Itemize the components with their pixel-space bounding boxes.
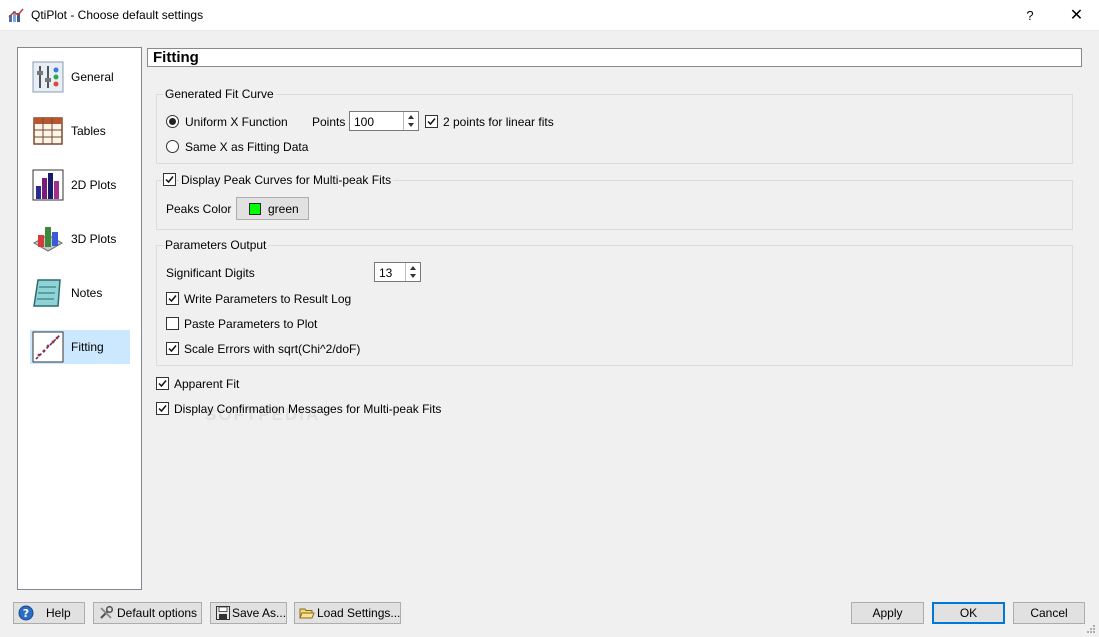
ok-label: OK bbox=[959, 606, 978, 620]
sidebar-item-label: Notes bbox=[71, 286, 103, 300]
scale-errors-checkbox[interactable] bbox=[166, 342, 179, 355]
page-title: Fitting bbox=[147, 48, 1082, 67]
cancel-label: Cancel bbox=[1030, 606, 1068, 620]
uniform-x-label: Uniform X Function bbox=[185, 115, 288, 129]
sidebar-item-label: 3D Plots bbox=[71, 232, 117, 246]
sidebar-item-2d-plots[interactable]: 2D Plots bbox=[30, 168, 130, 202]
checkmark-icon bbox=[158, 405, 167, 413]
sidebar-item-label: Tables bbox=[71, 124, 106, 138]
significant-digits-value: 13 bbox=[379, 266, 393, 280]
notes-icon bbox=[33, 279, 61, 307]
default-options-button[interactable]: Default options bbox=[93, 602, 202, 624]
checkmark-icon bbox=[165, 176, 174, 184]
tools-icon bbox=[100, 605, 114, 619]
linear-fits-label: 2 points for linear fits bbox=[443, 115, 554, 129]
linear-fits-checkbox[interactable] bbox=[425, 115, 438, 128]
sidebar-item-notes[interactable]: Notes bbox=[30, 276, 130, 310]
cancel-button[interactable]: Cancel bbox=[1013, 602, 1085, 624]
spin-arrows-icon[interactable] bbox=[403, 112, 418, 130]
write-params-label: Write Parameters to Result Log bbox=[184, 292, 352, 306]
paste-params-label: Paste Parameters to Plot bbox=[184, 317, 318, 331]
peaks-color-button[interactable]: green bbox=[236, 197, 309, 220]
help-icon: ? bbox=[18, 605, 34, 621]
sidebar-item-tables[interactable]: Tables bbox=[30, 114, 130, 148]
sidebar-item-3d-plots[interactable]: 3D Plots bbox=[30, 222, 130, 256]
save-icon bbox=[216, 606, 230, 620]
help-button-label: Help bbox=[46, 606, 71, 620]
checkmark-icon bbox=[168, 295, 177, 303]
load-settings-label: Load Settings... bbox=[317, 606, 401, 620]
same-x-label: Same X as Fitting Data bbox=[185, 140, 309, 154]
same-x-radio[interactable] bbox=[166, 140, 179, 153]
display-peak-curves-checkbox[interactable] bbox=[163, 173, 176, 186]
open-folder-icon bbox=[299, 608, 315, 619]
sidebar-item-label: Fitting bbox=[71, 340, 104, 354]
sidebar-item-fitting[interactable]: Fitting bbox=[30, 330, 130, 364]
points-spinbox[interactable]: 100 bbox=[349, 111, 419, 131]
uniform-x-radio[interactable] bbox=[166, 115, 179, 128]
settings-category-list: General Tables 2D Plots 3D Plots Notes F… bbox=[17, 47, 142, 590]
svg-text:?: ? bbox=[23, 607, 29, 620]
table-icon bbox=[33, 117, 63, 145]
help-button[interactable]: ? Help bbox=[13, 602, 85, 624]
context-help-button[interactable]: ? bbox=[1012, 0, 1048, 31]
save-as-label: Save As... bbox=[232, 606, 287, 620]
confirmation-messages-checkbox[interactable] bbox=[156, 402, 169, 415]
group-title-generated-fit-curve: Generated Fit Curve bbox=[163, 87, 276, 101]
significant-digits-spinbox[interactable]: 13 bbox=[374, 262, 421, 282]
display-peak-curves-label: Display Peak Curves for Multi-peak Fits bbox=[179, 173, 394, 187]
default-options-label: Default options bbox=[117, 606, 198, 620]
sidebar-item-label: General bbox=[71, 70, 114, 84]
checkmark-icon bbox=[427, 118, 436, 126]
scale-errors-label: Scale Errors with sqrt(Chi^2/doF) bbox=[184, 342, 361, 356]
spin-arrows-icon[interactable] bbox=[405, 263, 420, 281]
load-settings-button[interactable]: Load Settings... bbox=[294, 602, 401, 624]
ok-button[interactable]: OK bbox=[932, 602, 1005, 624]
fitting-icon bbox=[32, 331, 64, 363]
group-title-parameters-output: Parameters Output bbox=[163, 238, 269, 252]
peaks-color-value: green bbox=[268, 202, 299, 216]
peaks-color-label: Peaks Color bbox=[166, 202, 232, 216]
bar-chart-2d-icon bbox=[32, 169, 64, 201]
apply-button[interactable]: Apply bbox=[851, 602, 924, 624]
color-swatch bbox=[249, 203, 261, 215]
significant-digits-label: Significant Digits bbox=[166, 266, 255, 280]
sidebar-item-general[interactable]: General bbox=[30, 60, 130, 94]
write-params-checkbox[interactable] bbox=[166, 292, 179, 305]
window-title: QtiPlot - Choose default settings bbox=[31, 8, 204, 22]
qtiplot-app-icon bbox=[8, 8, 24, 22]
checkmark-icon bbox=[158, 380, 167, 388]
points-label: Points bbox=[312, 115, 346, 129]
sidebar-item-label: 2D Plots bbox=[71, 178, 117, 192]
close-window-button[interactable]: ✕ bbox=[1054, 0, 1099, 31]
apparent-fit-label: Apparent Fit bbox=[174, 377, 240, 391]
points-value: 100 bbox=[354, 115, 375, 129]
title-bar: QtiPlot - Choose default settings ? ✕ bbox=[0, 0, 1099, 31]
paste-params-checkbox[interactable] bbox=[166, 317, 179, 330]
general-settings-icon bbox=[32, 61, 64, 93]
watermark: SOFTPEDIA bbox=[205, 405, 321, 424]
save-as-button[interactable]: Save As... bbox=[210, 602, 287, 624]
resize-grip-icon[interactable] bbox=[1086, 624, 1096, 634]
bar-chart-3d-icon bbox=[32, 227, 64, 252]
apparent-fit-checkbox[interactable] bbox=[156, 377, 169, 390]
checkmark-icon bbox=[168, 345, 177, 353]
apply-label: Apply bbox=[872, 606, 903, 620]
